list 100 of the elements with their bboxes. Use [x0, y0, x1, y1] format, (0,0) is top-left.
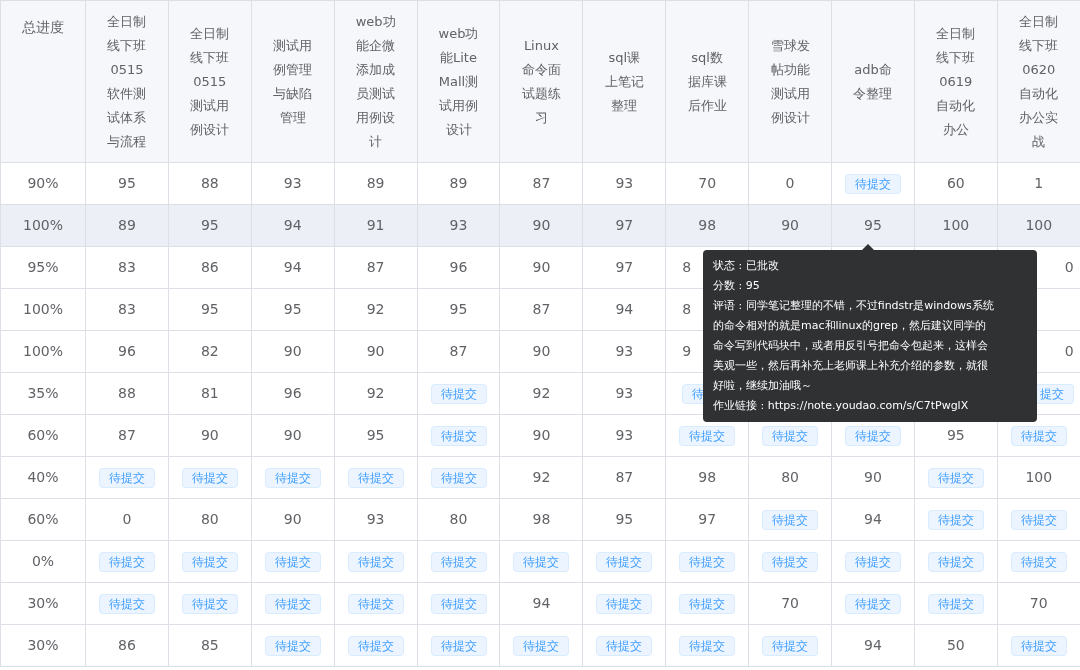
pending-button[interactable]: 待提交 [264, 594, 321, 614]
score-cell: 98 [665, 204, 749, 247]
pending-button[interactable]: 待提交 [844, 594, 901, 614]
pending-button[interactable]: 待提交 [181, 594, 238, 614]
score-cell: 97 [665, 498, 749, 541]
score-cell: 92 [334, 372, 418, 415]
pending-button[interactable]: 待提交 [762, 636, 819, 656]
score-cell: 95 [168, 204, 252, 247]
score-cell: 85 [168, 624, 252, 667]
pending-button[interactable]: 待提交 [596, 552, 653, 572]
pending-button[interactable]: 待提交 [679, 636, 736, 656]
pending-button[interactable]: 待提交 [264, 552, 321, 572]
score-cell: 70 [748, 582, 832, 625]
pending-button[interactable]: 待提交 [596, 594, 653, 614]
score-cell: 93 [251, 162, 335, 205]
score-cell: 86 [85, 624, 169, 667]
pending-button[interactable]: 待提交 [430, 552, 487, 572]
pending-button[interactable]: 待提交 [430, 636, 487, 656]
pending-button[interactable]: 待提交 [1010, 636, 1067, 656]
pending-button[interactable]: 待提交 [347, 636, 404, 656]
pending-button[interactable]: 待提交 [596, 636, 653, 656]
score-cell: 89 [334, 162, 418, 205]
score-cell: 87 [499, 162, 583, 205]
pending-button[interactable]: 待提交 [513, 552, 570, 572]
score-cell: 95 [831, 204, 915, 247]
progress-cell: 95% [0, 246, 86, 289]
score-cell: 90 [748, 204, 832, 247]
pending-button[interactable]: 待提交 [264, 468, 321, 488]
pending-button[interactable]: 待提交 [430, 594, 487, 614]
score-cell: 93 [582, 414, 666, 457]
score-cell: 80 [168, 498, 252, 541]
pending-button[interactable]: 待提交 [1010, 426, 1067, 446]
score-cell: 87 [499, 288, 583, 331]
score-cell: 98 [665, 456, 749, 499]
score-cell: 95 [334, 414, 418, 457]
pending-button[interactable]: 待提交 [927, 594, 984, 614]
pending-button[interactable]: 待提交 [679, 552, 736, 572]
score-cell: 90 [499, 246, 583, 289]
column-header: 总进度 [0, 0, 86, 163]
progress-cell: 30% [0, 582, 86, 625]
score-cell: 90 [251, 330, 335, 373]
score-cell: 93 [417, 204, 500, 247]
score-cell: 90 [499, 330, 583, 373]
pending-button[interactable]: 待提交 [347, 594, 404, 614]
column-header: sql数据库课后作业 [686, 48, 728, 115]
score-cell: 93 [582, 330, 666, 373]
score-cell: 90 [499, 414, 583, 457]
score-cell: 95 [168, 288, 252, 331]
pending-button[interactable]: 待提交 [430, 426, 487, 446]
pending-button[interactable]: 待提交 [762, 426, 819, 446]
score-cell: 90 [831, 456, 915, 499]
score-cell: 93 [582, 162, 666, 205]
pending-button[interactable]: 待提交 [927, 510, 984, 530]
score-cell: 90 [251, 414, 335, 457]
pending-button[interactable]: 待提交 [181, 468, 238, 488]
progress-cell: 40% [0, 456, 86, 499]
score-cell: 0 [85, 498, 169, 541]
pending-button[interactable]: 待提交 [927, 468, 984, 488]
score-cell: 80 [748, 456, 832, 499]
pending-button[interactable]: 待提交 [927, 552, 984, 572]
column-header: web功能企微添加成员测试用例设计 [354, 12, 397, 151]
pending-button[interactable]: 待提交 [98, 468, 155, 488]
score-cell: 95 [85, 162, 169, 205]
score-cell: 90 [334, 330, 418, 373]
pending-button[interactable]: 待提交 [762, 510, 819, 530]
column-header: 雪球发帖功能测试用例设计 [769, 36, 811, 127]
pending-button[interactable]: 待提交 [679, 594, 736, 614]
score-cell: 87 [85, 414, 169, 457]
pending-button[interactable]: 待提交 [264, 636, 321, 656]
pending-button[interactable]: 待提交 [347, 552, 404, 572]
pending-button[interactable]: 待提交 [347, 468, 404, 488]
pending-button[interactable]: 待提交 [679, 426, 736, 446]
score-cell: 94 [251, 204, 335, 247]
pending-button[interactable]: 待提交 [1010, 510, 1067, 530]
pending-button[interactable]: 待提交 [98, 594, 155, 614]
pending-button[interactable]: 待提交 [844, 552, 901, 572]
column-header: sql课上笔记整理 [603, 48, 645, 115]
column-header: Linux命令面试题练习 [520, 36, 562, 127]
pending-button[interactable]: 待提交 [762, 552, 819, 572]
score-cell: 91 [334, 204, 418, 247]
score-cell: 95 [582, 498, 666, 541]
pending-button[interactable]: 待提交 [513, 636, 570, 656]
score-cell: 89 [85, 204, 169, 247]
progress-cell: 35% [0, 372, 86, 415]
score-cell: 60 [914, 162, 998, 205]
pending-button[interactable]: 待提交 [98, 552, 155, 572]
column-header: 全日制线下班0515测试用例设计 [189, 24, 231, 139]
pending-button[interactable]: 待提交 [1010, 552, 1067, 572]
pending-button[interactable]: 待提交 [430, 468, 487, 488]
pending-button[interactable]: 待提交 [844, 174, 901, 194]
pending-button[interactable]: 待提交 [430, 384, 487, 404]
score-cell: 70 [665, 162, 749, 205]
progress-cell: 0% [0, 540, 86, 583]
score-cell: 97 [582, 246, 666, 289]
score-cell: 92 [334, 288, 418, 331]
pending-button[interactable]: 待提交 [844, 426, 901, 446]
column-header: 测试用例管理与缺陷管理 [272, 36, 314, 127]
progress-cell: 90% [0, 162, 86, 205]
score-cell: 100 [997, 204, 1080, 247]
pending-button[interactable]: 待提交 [181, 552, 238, 572]
